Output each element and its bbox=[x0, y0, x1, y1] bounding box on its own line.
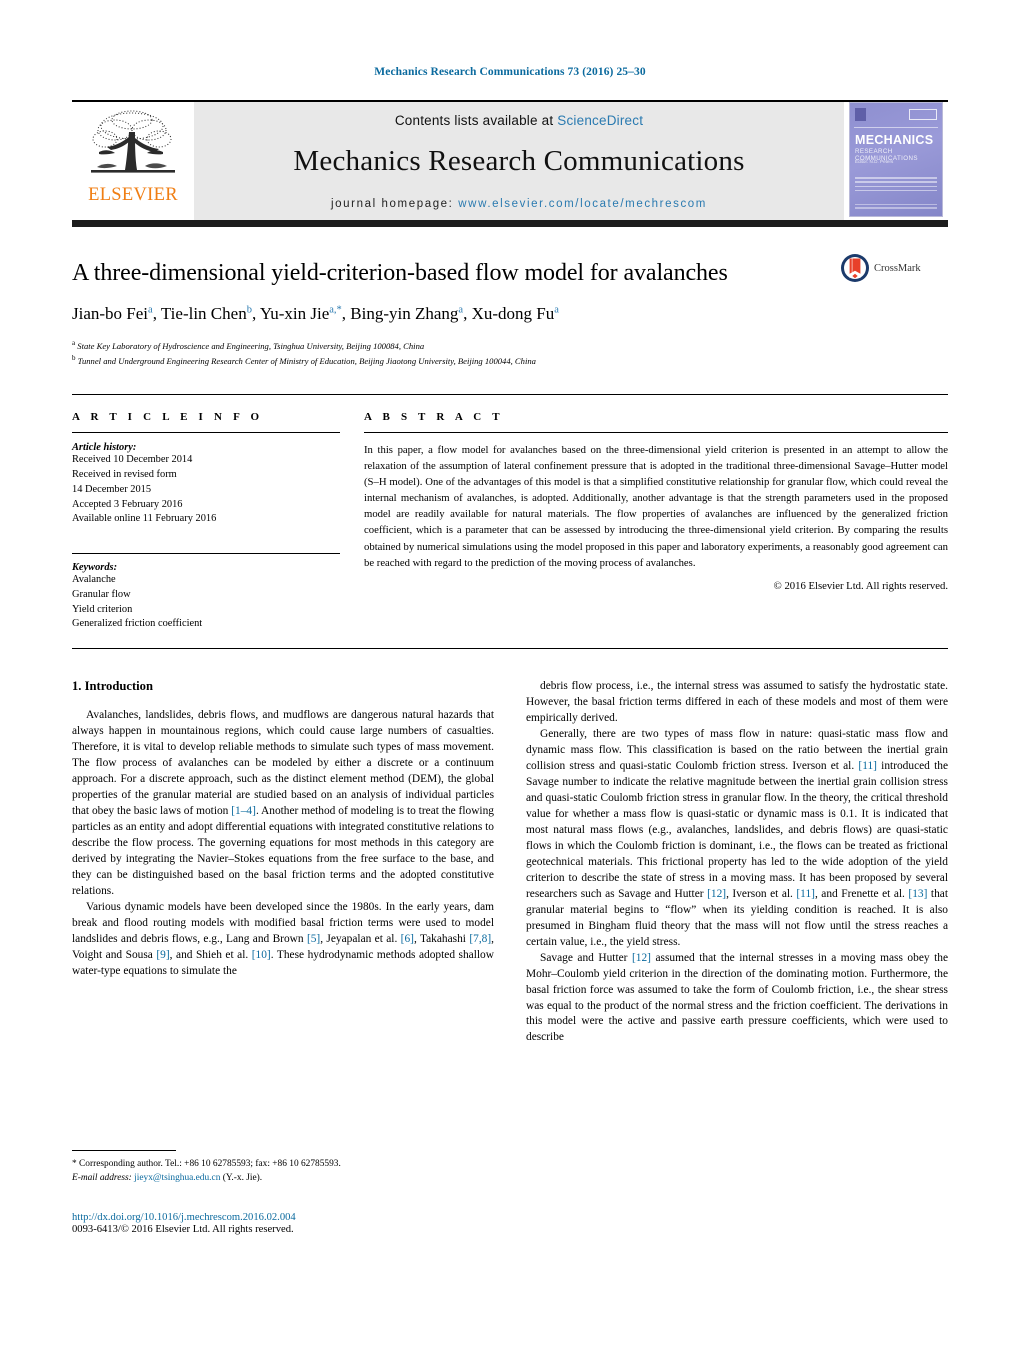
citation-link[interactable]: [12] bbox=[707, 888, 726, 900]
body-columns: 1. Introduction Avalanches, landslides, … bbox=[72, 679, 948, 1046]
sciencedirect-link[interactable]: ScienceDirect bbox=[557, 113, 643, 128]
citation-link[interactable]: [6] bbox=[401, 933, 414, 945]
homepage-prefix: journal homepage: bbox=[331, 198, 454, 210]
body-left-column: 1. Introduction Avalanches, landslides, … bbox=[72, 679, 494, 1046]
paragraph: Generally, there are two types of mass f… bbox=[526, 728, 948, 948]
body-right-column: debris flow process, i.e., the internal … bbox=[526, 679, 948, 1046]
affiliation-text: State Key Laboratory of Hydroscience and… bbox=[77, 340, 425, 351]
citation-link[interactable]: [1–4] bbox=[231, 805, 256, 817]
homepage-url-link[interactable]: www.elsevier.com/locate/mechrescom bbox=[458, 198, 707, 210]
citation-link[interactable]: [12] bbox=[632, 952, 651, 964]
history-line: Accepted 3 February 2016 bbox=[72, 498, 183, 510]
article-info-rule bbox=[72, 432, 340, 434]
email-note: E-mail address: jieyx@tsinghua.edu.cn (Y… bbox=[72, 1172, 494, 1186]
citation-link[interactable]: [11] bbox=[796, 888, 815, 900]
info-bottom-rule bbox=[72, 648, 948, 650]
affiliation-item: a State Key Laboratory of Hydroscience a… bbox=[72, 338, 948, 353]
keyword-item: Yield criterion bbox=[72, 603, 133, 615]
page-title: A three-dimensional yield-criterion-base… bbox=[72, 260, 728, 286]
footnote-block: * Corresponding author. Tel.: +86 10 627… bbox=[72, 1150, 494, 1185]
abstract-column: A B S T R A C T In this paper, a flow mo… bbox=[364, 411, 948, 632]
email-suffix: (Y.-x. Jie). bbox=[222, 1172, 263, 1183]
affiliation-list: a State Key Laboratory of Hydroscience a… bbox=[72, 338, 948, 368]
cover-title: MECHANICS bbox=[855, 133, 934, 147]
contents-prefix: Contents lists available at bbox=[394, 113, 558, 128]
email-link[interactable]: jieyx@tsinghua.edu.cn bbox=[134, 1173, 220, 1183]
affiliation-marker: a bbox=[72, 338, 76, 347]
keywords-label: Keywords: bbox=[72, 562, 118, 574]
crossmark-label: CrossMark bbox=[874, 262, 921, 274]
citation-link[interactable]: [11] bbox=[858, 760, 877, 772]
contents-available-line: Contents lists available at ScienceDirec… bbox=[395, 113, 643, 128]
elsevier-wordmark: ELSEVIER bbox=[88, 185, 178, 205]
paragraph: Avalanches, landslides, debris flows, an… bbox=[72, 709, 494, 897]
title-area: A three-dimensional yield-criterion-base… bbox=[72, 254, 948, 368]
cover-editor: Editor: N.D. Peters bbox=[855, 159, 894, 164]
affiliation-item: b Tunnel and Underground Engineering Res… bbox=[72, 353, 948, 368]
journal-cover-image: MECHANICS RESEARCH COMMUNICATIONS Editor… bbox=[849, 102, 943, 217]
masthead-center: Contents lists available at ScienceDirec… bbox=[194, 102, 844, 220]
history-line: 14 December 2015 bbox=[72, 483, 152, 495]
elsevier-logo: ELSEVIER bbox=[72, 102, 194, 220]
affiliation-text: Tunnel and Underground Engineering Resea… bbox=[77, 355, 536, 366]
journal-title: Mechanics Research Communications bbox=[293, 145, 745, 177]
keywords-block: Keywords: Avalanche Granular flow Yield … bbox=[72, 553, 340, 632]
crossmark-badge[interactable]: CrossMark bbox=[840, 253, 948, 283]
crossmark-icon bbox=[841, 254, 869, 282]
keyword-item: Granular flow bbox=[72, 588, 131, 600]
journal-homepage-line: journal homepage: www.elsevier.com/locat… bbox=[331, 198, 707, 210]
masthead-bottom-rule bbox=[72, 220, 948, 227]
author-list: Jian-bo Feia, Tie-lin Chenb, Yu-xin Jiea… bbox=[72, 303, 559, 323]
cover-footer-lines bbox=[855, 203, 937, 211]
keywords-rule bbox=[72, 553, 340, 555]
cover-abstract-lines bbox=[855, 177, 937, 194]
paragraph: Various dynamic models have been develop… bbox=[72, 900, 495, 977]
citation-link[interactable]: [9] bbox=[156, 949, 169, 961]
citation-link[interactable]: [13] bbox=[908, 888, 927, 900]
paragraph: debris flow process, i.e., the internal … bbox=[526, 680, 948, 725]
journal-cover-block: MECHANICS RESEARCH COMMUNICATIONS Editor… bbox=[844, 102, 948, 220]
citation-link[interactable]: [7,8] bbox=[469, 933, 491, 945]
keyword-item: Generalized friction coefficient bbox=[72, 618, 203, 630]
abstract-heading: A B S T R A C T bbox=[364, 411, 504, 424]
abstract-copyright: © 2016 Elsevier Ltd. All rights reserved… bbox=[773, 579, 948, 592]
keyword-item: Avalanche bbox=[72, 574, 116, 586]
abstract-text: In this paper, a flow model for avalanch… bbox=[364, 444, 948, 569]
citation-link[interactable]: [10] bbox=[252, 949, 271, 961]
elsevier-tree-icon bbox=[91, 110, 175, 173]
article-info-column: A R T I C L E I N F O Article history: R… bbox=[72, 411, 364, 632]
running-head: Mechanics Research Communications 73 (20… bbox=[374, 66, 646, 78]
paper-page: Mechanics Research Communications 73 (20… bbox=[0, 0, 1020, 1351]
issn-copyright-line: 0093-6413/© 2016 Elsevier Ltd. All right… bbox=[72, 1224, 294, 1235]
history-line: Received in revised form bbox=[72, 469, 177, 480]
footer-block: http://dx.doi.org/10.1016/j.mechrescom.2… bbox=[72, 1212, 512, 1235]
footnote-rule bbox=[72, 1150, 176, 1151]
history-line: Available online 11 February 2016 bbox=[72, 513, 217, 525]
section-heading-introduction: 1. Introduction bbox=[72, 679, 153, 694]
journal-masthead: ELSEVIER Contents lists available at Sci… bbox=[72, 100, 948, 220]
email-label: E-mail address: bbox=[72, 1172, 132, 1183]
info-abstract-row: A R T I C L E I N F O Article history: R… bbox=[72, 395, 948, 632]
article-info-heading: A R T I C L E I N F O bbox=[72, 411, 264, 424]
history-line: Received 10 December 2014 bbox=[72, 454, 193, 466]
article-history-label: Article history: bbox=[72, 442, 137, 454]
corresponding-author-note: * Corresponding author. Tel.: +86 10 627… bbox=[72, 1159, 341, 1169]
cover-header-rule bbox=[854, 107, 938, 128]
abstract-rule bbox=[364, 432, 948, 434]
doi-link[interactable]: http://dx.doi.org/10.1016/j.mechrescom.2… bbox=[72, 1212, 512, 1223]
citation-link[interactable]: [5] bbox=[307, 933, 320, 945]
affiliation-marker: b bbox=[72, 354, 76, 363]
paragraph: Savage and Hutter [12] assumed that the … bbox=[526, 951, 948, 1044]
